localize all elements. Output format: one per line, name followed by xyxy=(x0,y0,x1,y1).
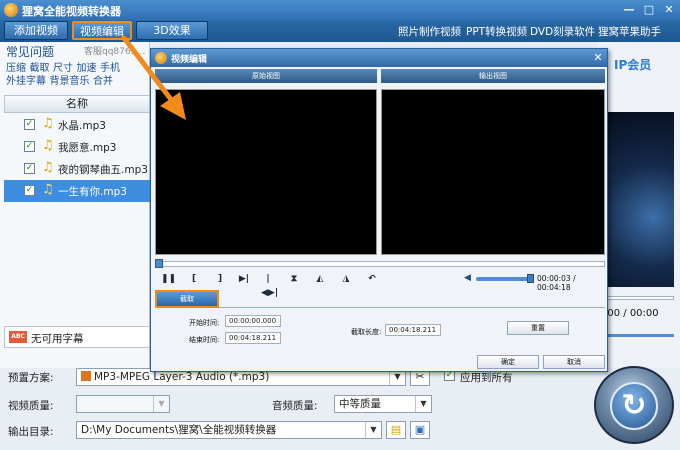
file-checkbox[interactable]: ✓ xyxy=(24,119,35,130)
cut-length-label: 截取长度: xyxy=(351,328,382,336)
start-time-field[interactable]: 00:00:00.000 xyxy=(225,315,281,327)
dialog-time-display: 00:00:03 / 00:04:18 xyxy=(537,274,576,292)
start-time-label: 开始时间: xyxy=(189,319,220,327)
reset-button[interactable]: 重置 xyxy=(507,321,569,335)
music-note-icon: ♫ xyxy=(42,138,54,153)
chevron-down-icon[interactable]: ▼ xyxy=(153,396,169,412)
dvd-burn-link[interactable]: DVD刻录软件 xyxy=(530,24,595,39)
faq-title[interactable]: 常见问题 xyxy=(6,43,54,60)
app-logo-icon xyxy=(4,3,18,17)
output-path-value: D:\My Documents\狸窝\全能视频转换器 xyxy=(81,424,277,436)
quick-link-merge[interactable]: 合并 xyxy=(93,76,113,87)
flip-left-icon[interactable]: ◭ xyxy=(313,272,327,286)
tab-cut[interactable]: 截取 xyxy=(155,290,219,308)
undo-icon[interactable]: ↶ xyxy=(365,272,379,286)
folder-open-icon[interactable]: ▤ xyxy=(386,421,406,439)
minimize-button[interactable]: — xyxy=(620,2,638,17)
output-label: 输出目录: xyxy=(8,426,54,438)
vip-label[interactable]: IP会员 xyxy=(614,56,651,73)
dialog-title-bar: 视频编辑 ✕ xyxy=(151,49,607,67)
cut-length-field: 00:04:18.211 xyxy=(385,324,441,336)
chevron-down-icon[interactable]: ▼ xyxy=(415,396,431,412)
output-path-select[interactable]: D:\My Documents\狸窝\全能视频转换器 ▼ xyxy=(76,421,382,439)
preview-seekbar[interactable] xyxy=(604,296,674,300)
file-name: 夜的钢琴曲五.mp3 xyxy=(58,164,148,176)
preset-label: 预置方案: xyxy=(8,372,54,384)
ok-button[interactable]: 确定 xyxy=(477,355,539,369)
close-button[interactable]: ✕ xyxy=(660,2,678,17)
mark-end-icon[interactable]: ] xyxy=(213,272,227,286)
annotation-arrow xyxy=(121,36,186,120)
music-note-icon: ♫ xyxy=(42,160,54,175)
end-time-label: 结束时间: xyxy=(189,336,220,344)
mark-start-icon[interactable]: [ xyxy=(187,272,201,286)
quick-link-bgm[interactable]: 背景音乐 xyxy=(50,76,90,87)
mp3-format-icon xyxy=(81,371,91,381)
file-row-selected[interactable]: ✓ ♫ 一生有你.mp3 xyxy=(4,180,150,202)
preview-time: :00 / 00:00 xyxy=(604,308,659,319)
subtitle-icon: ABC xyxy=(9,331,27,343)
toolbar: 添加视频 视频编辑 3D效果 照片制作视频 PPT转换视频 DVD刻录软件 狸窝… xyxy=(0,20,680,42)
file-name: 我愿意.mp3 xyxy=(58,142,117,154)
flip-right-icon[interactable]: ◮ xyxy=(339,272,353,286)
music-note-icon: ♫ xyxy=(42,182,54,197)
file-name: 一生有你.mp3 xyxy=(58,186,127,198)
photo-video-link[interactable]: 照片制作视频 xyxy=(398,24,461,39)
dialog-tab-bar xyxy=(155,292,605,308)
convert-arrow-icon: ↻ xyxy=(610,382,658,430)
file-row[interactable]: ✓ ♫ 夜的钢琴曲五.mp3 xyxy=(4,158,150,180)
subtitle-selector[interactable]: ABC 无可用字幕 xyxy=(4,326,150,348)
output-view-header: 输出视图 xyxy=(381,69,605,83)
ppt-video-link[interactable]: PPT转换视频 xyxy=(466,24,527,39)
file-checkbox[interactable]: ✓ xyxy=(24,141,35,152)
apple-helper-link[interactable]: 狸窝苹果助手 xyxy=(598,24,661,39)
volume-handle[interactable] xyxy=(527,274,534,283)
cancel-button[interactable]: 取消 xyxy=(543,355,605,369)
maximize-button[interactable]: □ xyxy=(640,2,658,17)
subtitle-label: 无可用字幕 xyxy=(31,333,84,345)
volume-icon[interactable]: ◀ xyxy=(464,273,474,283)
preset-value: MP3-MPEG Layer-3 Audio (*.mp3) xyxy=(94,371,270,383)
audio-quality-select[interactable]: 中等质量 ▼ xyxy=(334,395,432,413)
quick-links-row-2: 外挂字幕 背景音乐 合并 xyxy=(6,72,113,87)
dialog-seekbar[interactable] xyxy=(155,261,605,267)
convert-button[interactable]: ↻ xyxy=(594,366,674,444)
file-row[interactable]: ✓ ♫ 我愿意.mp3 xyxy=(4,136,150,158)
add-video-button[interactable]: 添加视频 xyxy=(4,21,68,40)
music-note-icon: ♫ xyxy=(42,116,54,131)
hourglass-icon[interactable]: ⧗ xyxy=(287,272,301,286)
dialog-close-icon[interactable]: ✕ xyxy=(591,51,605,64)
video-quality-label: 视频质量: xyxy=(8,400,54,412)
app-title: 狸窝全能视频转换器 xyxy=(22,5,121,18)
preview-volume-bar[interactable] xyxy=(604,334,674,337)
quick-link-subtitle[interactable]: 外挂字幕 xyxy=(6,76,46,87)
end-time-field[interactable]: 00:04:18.211 xyxy=(225,332,281,344)
output-video-view xyxy=(381,89,605,255)
open-output-folder-icon[interactable]: ▣ xyxy=(410,421,430,439)
audio-quality-label: 音频质量: xyxy=(272,400,318,412)
play-segment-icon[interactable]: ▶| xyxy=(237,272,251,286)
volume-slider[interactable] xyxy=(476,277,532,281)
audio-quality-value: 中等质量 xyxy=(339,398,381,410)
video-quality-select[interactable]: ▼ xyxy=(76,395,170,413)
chevron-down-icon[interactable]: ▼ xyxy=(365,422,381,438)
seekbar-handle[interactable] xyxy=(155,259,163,268)
file-checkbox[interactable]: ✓ xyxy=(24,163,35,174)
file-checkbox[interactable]: ✓ xyxy=(24,185,35,196)
title-bar: 狸窝全能视频转换器 — □ ✕ xyxy=(0,0,680,20)
apply-all-label: 应用到所有 xyxy=(460,372,513,384)
file-name: 水晶.mp3 xyxy=(58,120,106,132)
pause-icon[interactable]: ❚❚ xyxy=(161,272,176,286)
preview-video xyxy=(604,112,674,287)
video-edit-dialog: 视频编辑 ✕ 原始视图 输出视图 ❚❚ [ ] ▶| |◀▶| ⧗ ◭ ◮ ↶ … xyxy=(150,48,608,372)
go-to-mark-icon[interactable]: |◀▶| xyxy=(261,272,278,298)
